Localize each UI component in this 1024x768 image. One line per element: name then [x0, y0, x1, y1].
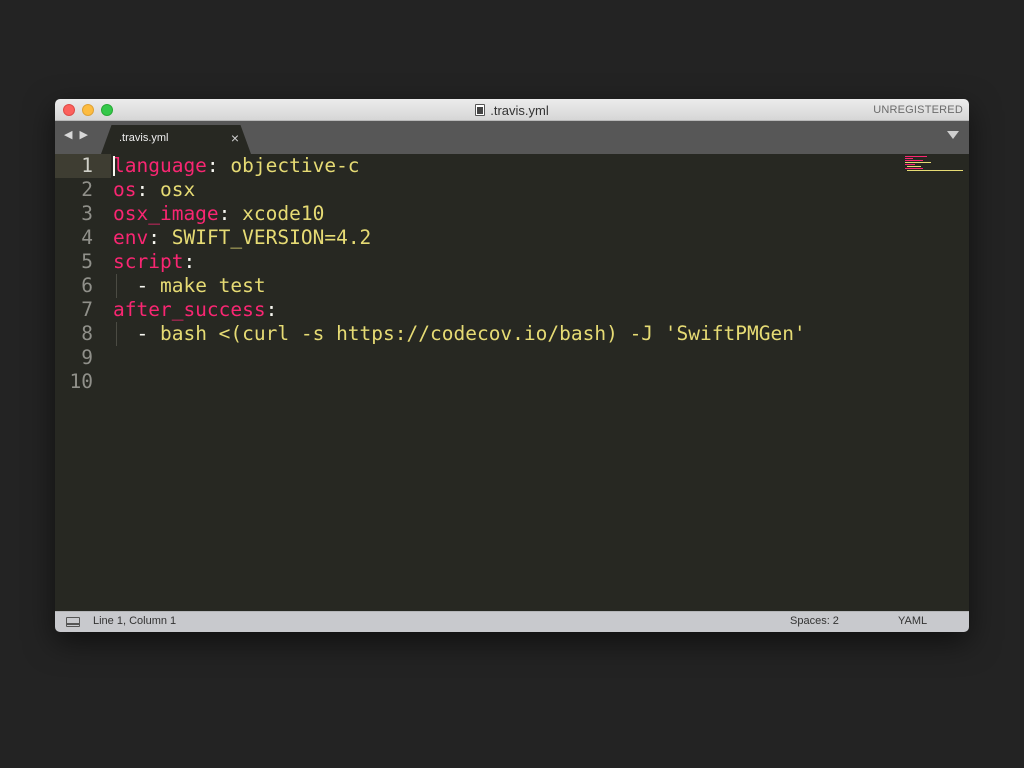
yaml-separator: :	[265, 298, 278, 321]
code-line[interactable]: 4 env: SWIFT_VERSION=4.2	[55, 226, 895, 250]
yaml-separator: :	[136, 178, 160, 201]
yaml-key: os	[113, 178, 137, 201]
line-number: 2	[81, 178, 93, 201]
yaml-separator: :	[183, 250, 196, 273]
code-line[interactable]: 5 script:	[55, 250, 895, 274]
code-text: - bash <(curl -s https://codecov.io/bash…	[113, 322, 806, 346]
minimap-line	[907, 170, 963, 171]
indentation-setting[interactable]: Spaces: 2	[790, 615, 839, 627]
yaml-separator: -	[113, 274, 160, 297]
code-line[interactable]: 3 osx_image: xcode10	[55, 202, 895, 226]
line-number: 4	[81, 226, 93, 249]
code-line[interactable]: 10	[55, 370, 895, 394]
title-bar: .travis.yml UNREGISTERED	[55, 99, 969, 121]
minimap-line	[905, 160, 923, 161]
minimap-line	[905, 168, 923, 169]
minimap-line	[905, 158, 913, 159]
cursor-position: Line 1, Column 1	[93, 615, 177, 627]
tab-travis-yml[interactable]: .travis.yml ×	[101, 125, 251, 154]
tab-bar: ◀ ▶ .travis.yml ×	[55, 121, 969, 154]
window-title-group: .travis.yml	[55, 99, 969, 121]
line-number: 8	[81, 322, 93, 345]
yaml-value: bash <(curl -s https://codecov.io/bash) …	[159, 322, 806, 345]
tab-dropdown-icon[interactable]	[947, 131, 959, 139]
line-number: 9	[81, 346, 93, 369]
window-title: .travis.yml	[490, 102, 549, 118]
yaml-value: SWIFT_VERSION=4.2	[171, 226, 372, 249]
yaml-key: osx_image	[113, 202, 219, 225]
minimap-line	[907, 166, 921, 167]
code-text: script:	[113, 250, 195, 274]
panel-toggle-icon[interactable]	[66, 617, 80, 627]
yaml-separator: -	[113, 322, 160, 345]
line-number: 7	[81, 298, 93, 321]
code-text: language: objective-c	[113, 154, 360, 178]
code-line[interactable]: 6 - make test	[55, 274, 895, 298]
code-text: env: SWIFT_VERSION=4.2	[113, 226, 371, 250]
code-text: os: osx	[113, 178, 195, 202]
minimap-line	[905, 164, 915, 165]
yaml-key: script	[113, 250, 184, 273]
code-text: osx_image: xcode10	[113, 202, 324, 226]
minimap-line	[905, 162, 931, 163]
yaml-key: after_success	[113, 298, 266, 321]
line-number: 3	[81, 202, 93, 225]
line-number: 1	[81, 154, 93, 177]
line-number: 5	[81, 250, 93, 273]
code-line[interactable]: 1 language: objective-c	[55, 154, 895, 178]
editor-window: .travis.yml UNREGISTERED ◀ ▶ .travis.yml…	[55, 99, 969, 632]
code-text: after_success:	[113, 298, 277, 322]
yaml-value: make test	[159, 274, 266, 297]
tab-label: .travis.yml	[119, 132, 169, 144]
yaml-key: env	[113, 226, 149, 249]
line-number: 6	[81, 274, 93, 297]
code-line[interactable]: 7 after_success:	[55, 298, 895, 322]
code-editor[interactable]: 1 language: objective-c 2 os: osx 3 osx_image…	[55, 154, 969, 611]
yaml-separator: :	[218, 202, 243, 225]
yaml-value: objective-c	[230, 154, 360, 177]
syntax-mode[interactable]: YAML	[898, 615, 927, 627]
yaml-value: xcode10	[242, 202, 325, 225]
yaml-key: language	[113, 154, 207, 177]
yaml-separator: :	[148, 226, 172, 249]
code-line[interactable]: 8 - bash <(curl -s https://codecov.io/ba…	[55, 322, 895, 346]
yaml-value: osx	[159, 178, 196, 201]
minimap-line	[905, 156, 927, 157]
line-number: 10	[69, 370, 93, 393]
text-cursor	[113, 156, 115, 176]
code-text: - make test	[113, 274, 266, 298]
status-bar: Line 1, Column 1 Spaces: 2 YAML	[55, 611, 969, 632]
tab-close-icon[interactable]: ×	[231, 131, 239, 145]
back-forward-arrows-icon[interactable]: ◀ ▶	[64, 128, 90, 141]
unregistered-label: UNREGISTERED	[873, 104, 963, 116]
minimap[interactable]	[905, 156, 965, 180]
yaml-separator: :	[206, 154, 231, 177]
code-line[interactable]: 9	[55, 346, 895, 370]
document-icon	[475, 104, 486, 116]
code-line[interactable]: 2 os: osx	[55, 178, 895, 202]
